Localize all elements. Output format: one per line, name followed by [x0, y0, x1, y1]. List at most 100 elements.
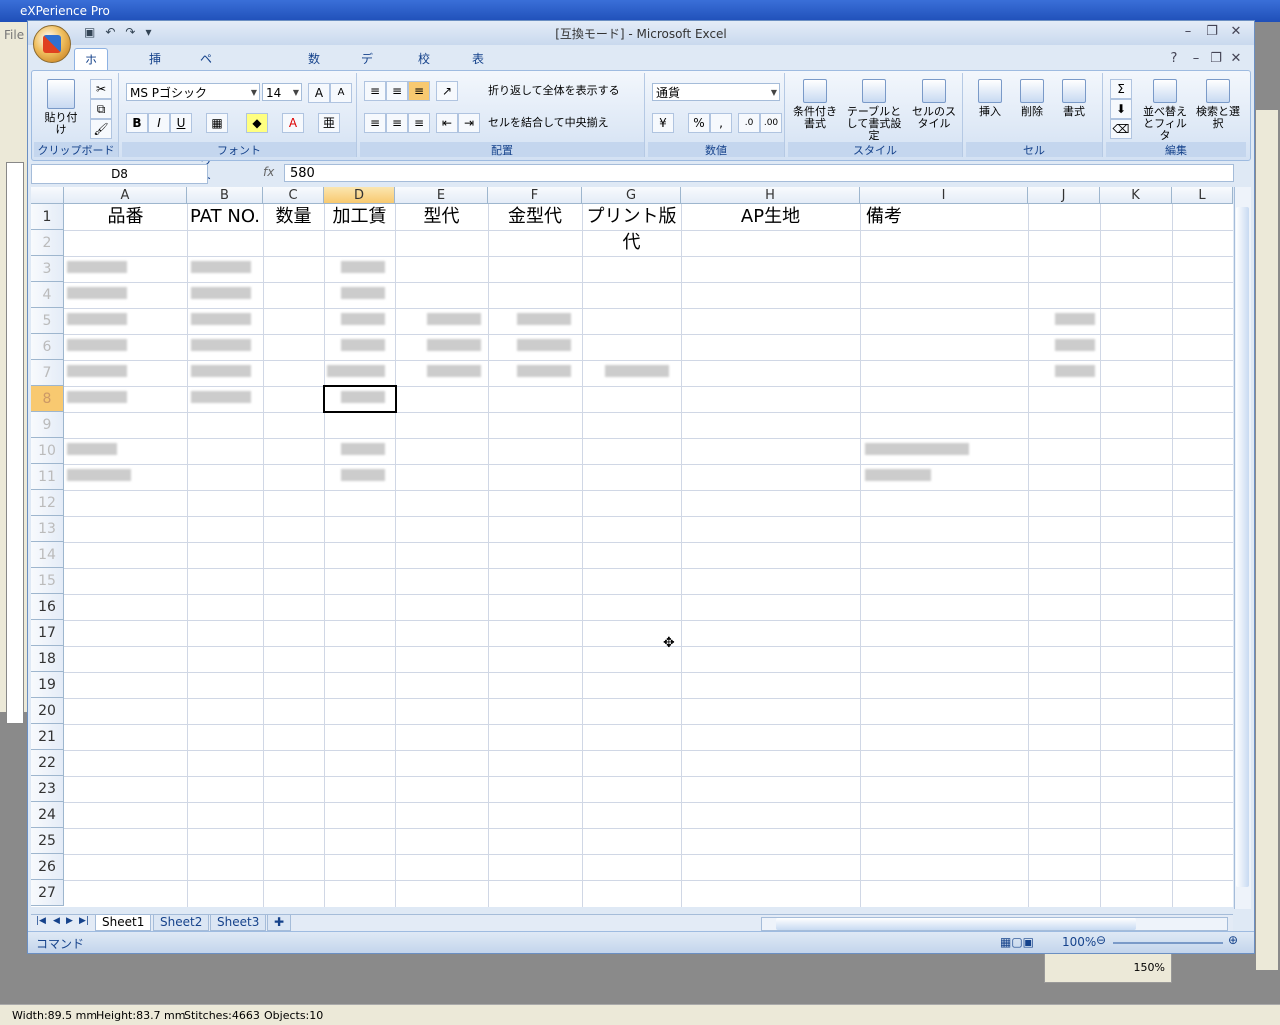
sheet-tab-2[interactable]: Sheet2	[153, 915, 210, 931]
blurred-cell[interactable]	[341, 287, 385, 299]
row-header[interactable]: 8	[31, 386, 64, 412]
row-header[interactable]: 13	[31, 516, 64, 542]
currency-icon[interactable]: ¥	[652, 113, 674, 133]
row-header[interactable]: 12	[31, 490, 64, 516]
copy-icon[interactable]: ⧉	[90, 99, 112, 119]
underline-button[interactable]: U	[170, 113, 192, 133]
row-header[interactable]: 17	[31, 620, 64, 646]
blurred-cell[interactable]	[517, 339, 571, 351]
column-header[interactable]: F	[488, 187, 582, 204]
header-cell[interactable]: PAT NO.	[187, 204, 263, 230]
blurred-cell[interactable]	[1055, 365, 1095, 377]
comma-icon[interactable]: ,	[710, 113, 732, 133]
blurred-cell[interactable]	[341, 313, 385, 325]
spreadsheet-grid[interactable]: A B C D E F G H I J K L 1 2 3 4 5 6 7 8 …	[31, 187, 1233, 907]
align-center-icon[interactable]: ≡	[386, 113, 408, 133]
blurred-cell[interactable]	[67, 365, 127, 377]
office-button[interactable]	[33, 25, 71, 63]
number-format-select[interactable]: 通貨 ▼	[652, 83, 780, 101]
row-header[interactable]: 9	[31, 412, 64, 438]
row-header[interactable]: 2	[31, 230, 64, 256]
blurred-cell[interactable]	[865, 443, 969, 455]
row-header[interactable]: 6	[31, 334, 64, 360]
row-header[interactable]: 16	[31, 594, 64, 620]
doc-minimize-button[interactable]: –	[1186, 51, 1206, 66]
formula-bar[interactable]: 580	[284, 164, 1234, 182]
blurred-cell[interactable]	[191, 391, 251, 403]
horizontal-scroll-thumb[interactable]	[776, 918, 1136, 930]
blurred-cell[interactable]	[67, 287, 127, 299]
bold-button[interactable]: B	[126, 113, 148, 133]
phonetic-icon[interactable]: 亜	[318, 113, 340, 133]
row-header[interactable]: 11	[31, 464, 64, 490]
blurred-cell[interactable]	[427, 365, 481, 377]
next-sheet-icon[interactable]: ▶	[66, 916, 73, 926]
font-size-select[interactable]: 14 ▼	[262, 83, 302, 101]
percent-icon[interactable]: %	[688, 113, 710, 133]
align-right-icon[interactable]: ≡	[408, 113, 430, 133]
sheet-tab-1[interactable]: Sheet1	[95, 915, 152, 931]
align-middle-icon[interactable]: ≡	[386, 81, 408, 101]
undo-icon[interactable]: ↶	[105, 25, 115, 39]
column-header[interactable]: K	[1100, 187, 1172, 204]
zoom-level[interactable]: 100%	[1062, 935, 1096, 949]
row-header[interactable]: 18	[31, 646, 64, 672]
horizontal-scrollbar[interactable]	[761, 917, 1228, 931]
last-sheet-icon[interactable]: ▶|	[79, 916, 89, 926]
row-header[interactable]: 14	[31, 542, 64, 568]
header-cell[interactable]: プリント版代	[582, 204, 681, 253]
row-header[interactable]: 4	[31, 282, 64, 308]
minimize-button[interactable]: –	[1178, 24, 1198, 39]
column-header[interactable]: A	[64, 187, 187, 204]
wrap-text-button[interactable]: 折り返して全体を表示する	[488, 85, 620, 97]
zoom-out-icon[interactable]: ⊖	[1096, 933, 1106, 947]
row-header[interactable]: 1	[31, 204, 64, 230]
font-name-select[interactable]: MS Pゴシック ▼	[126, 83, 260, 101]
select-all-corner[interactable]	[31, 187, 64, 204]
header-cell[interactable]: 数量	[263, 204, 324, 230]
blurred-cell[interactable]	[67, 313, 127, 325]
save-icon[interactable]: ▣	[84, 25, 95, 39]
italic-button[interactable]: I	[148, 113, 170, 133]
borders-icon[interactable]: ▦	[206, 113, 228, 133]
doc-close-button[interactable]: ✕	[1226, 51, 1246, 66]
conditional-format-button[interactable]: 条件付き書式	[790, 79, 840, 130]
row-header[interactable]: 26	[31, 854, 64, 880]
decrease-indent-icon[interactable]: ⇤	[436, 113, 458, 133]
blurred-cell[interactable]	[341, 339, 385, 351]
column-header[interactable]: L	[1172, 187, 1233, 204]
header-cell[interactable]: 品番	[64, 204, 187, 230]
blurred-cell[interactable]	[191, 339, 251, 351]
prev-sheet-icon[interactable]: ◀	[53, 916, 60, 926]
cell-styles-button[interactable]: セルのスタイル	[910, 79, 958, 130]
format-as-table-button[interactable]: テーブルとして書式設定	[842, 79, 906, 142]
header-cell[interactable]: 加工賃	[324, 204, 395, 230]
delete-cells-button[interactable]: 削除	[1014, 79, 1050, 118]
background-zoom-box[interactable]: 150%	[1044, 953, 1172, 983]
align-top-icon[interactable]: ≡	[364, 81, 386, 101]
row-header[interactable]: 27	[31, 880, 64, 906]
header-cell[interactable]: 備考	[860, 204, 1034, 230]
row-header[interactable]: 23	[31, 776, 64, 802]
clear-icon[interactable]: ⌫	[1110, 119, 1132, 139]
column-header[interactable]: B	[187, 187, 263, 204]
column-header[interactable]: C	[263, 187, 324, 204]
font-color-icon[interactable]: A	[282, 113, 304, 133]
paste-button[interactable]: 貼り付け	[40, 79, 82, 136]
row-header[interactable]: 25	[31, 828, 64, 854]
blurred-cell[interactable]	[67, 339, 127, 351]
fill-color-icon[interactable]: ◆	[246, 113, 268, 133]
cut-icon[interactable]: ✂	[90, 79, 112, 99]
orientation-icon[interactable]: ↗	[436, 81, 458, 101]
blurred-cell[interactable]	[341, 261, 385, 273]
column-header[interactable]: E	[395, 187, 488, 204]
header-cell[interactable]: 金型代	[488, 204, 582, 230]
format-cells-button[interactable]: 書式	[1056, 79, 1092, 118]
merge-center-button[interactable]: セルを結合して中央揃え	[488, 117, 609, 129]
background-file-menu[interactable]: File	[4, 28, 24, 42]
column-header[interactable]: I	[860, 187, 1028, 204]
first-sheet-icon[interactable]: |◀	[36, 916, 46, 926]
blurred-cell[interactable]	[67, 391, 127, 403]
column-header[interactable]: J	[1028, 187, 1100, 204]
blurred-cell[interactable]	[341, 443, 385, 455]
